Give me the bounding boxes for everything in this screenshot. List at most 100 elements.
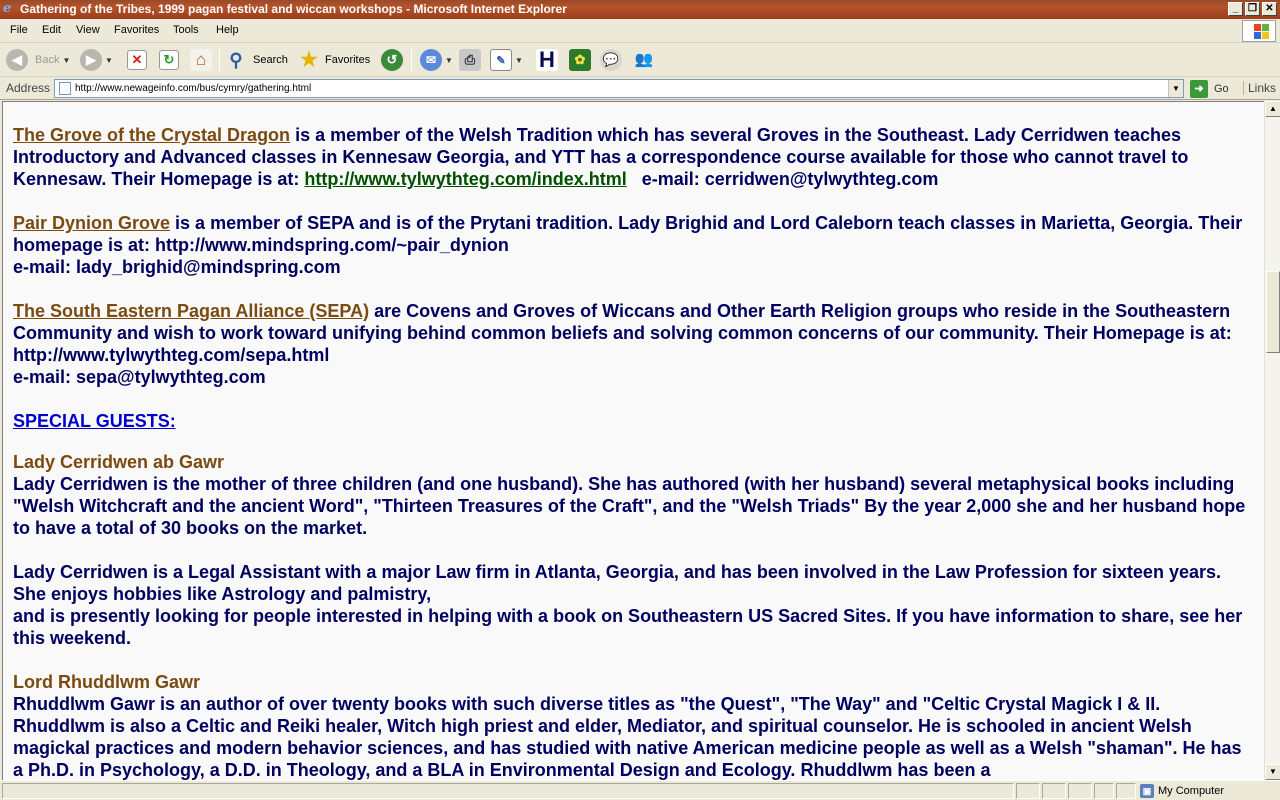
guest-cerridwen-paragraph-2: Lady Cerridwen is a Legal Assistant with… [13, 561, 1253, 649]
title-bar: e Gathering of the Tribes, 1999 pagan fe… [0, 0, 1280, 19]
guest-name: Lord Rhuddlwm Gawr [13, 672, 200, 692]
standard-toolbar: ◀ Back ▼ ▶ ▼ ✕ ↻ ⌂ ⚲ Search ★ Favorites … [0, 43, 1280, 77]
search-label: Search [253, 54, 288, 66]
chevron-down-icon: ▼ [515, 55, 523, 65]
guest-name: Lady Cerridwen ab Gawr [13, 452, 225, 472]
page-viewport: The Grove of the Crystal Dragon is a mem… [2, 101, 1264, 780]
email-text: e-mail: cerridwen@tylwythteg.com [626, 169, 939, 189]
status-cell [1094, 783, 1114, 799]
minimize-button[interactable]: _ [1228, 2, 1243, 16]
close-button[interactable]: ✕ [1262, 2, 1277, 16]
sepa-link[interactable]: The South Eastern Pagan Alliance (SEPA) [13, 301, 369, 321]
discuss-button[interactable]: 💬 [600, 47, 622, 73]
favorites-label: Favorites [325, 54, 371, 66]
go-button[interactable]: ➜ Go [1190, 80, 1229, 98]
special-guests-link[interactable]: SPECIAL GUESTS: [13, 411, 176, 431]
home-icon: ⌂ [190, 49, 212, 71]
print-icon: ⎙ [459, 49, 481, 71]
guest-bio: Lady Cerridwen is a Legal Assistant with… [13, 562, 1221, 604]
chevron-down-icon: ▼ [105, 55, 113, 65]
messenger-icon: 👥 [634, 51, 654, 68]
flower-icon: ✿ [569, 49, 591, 71]
toolbar-separator [411, 49, 412, 71]
menu-file[interactable]: File [10, 24, 28, 36]
pair-dynion-paragraph: Pair Dynion Grove is a member of SEPA an… [13, 212, 1253, 278]
mail-icon: ✉ [420, 49, 442, 71]
star-icon: ★ [300, 49, 318, 71]
guest-cerridwen-paragraph: Lady Cerridwen ab Gawr Lady Cerridwen is… [13, 451, 1253, 539]
page-content: The Grove of the Crystal Dragon is a mem… [13, 124, 1253, 780]
h-button[interactable]: H [536, 47, 558, 73]
discuss-icon: 💬 [600, 49, 622, 71]
menu-favorites[interactable]: Favorites [114, 24, 159, 36]
sepa-paragraph: The South Eastern Pagan Alliance (SEPA) … [13, 300, 1253, 388]
favorites-button[interactable]: ★ Favorites [298, 47, 370, 73]
refresh-icon: ↻ [159, 50, 179, 70]
address-input[interactable]: http://www.newageinfo.com/bus/cymry/gath… [54, 79, 1184, 98]
history-icon: ↺ [381, 49, 403, 71]
edit-page-icon: ✎ [490, 49, 512, 71]
email-text: e-mail: sepa@tylwythteg.com [13, 367, 266, 387]
email-text: e-mail: lady_brighid@mindspring.com [13, 257, 341, 277]
scroll-thumb[interactable] [1266, 271, 1280, 353]
page-icon [59, 82, 71, 95]
messenger-button[interactable]: 👥 [633, 47, 655, 73]
paragraph-text: is a member of SEPA and is of the Prytan… [13, 213, 1243, 255]
stop-button[interactable]: ✕ [127, 47, 147, 73]
flower-button[interactable]: ✿ [569, 47, 591, 73]
search-button[interactable]: ⚲ Search [225, 47, 288, 73]
address-url: http://www.newageinfo.com/bus/cymry/gath… [75, 83, 312, 94]
links-button[interactable]: Links [1243, 81, 1276, 95]
computer-icon: ▣ [1140, 784, 1154, 798]
tylwythteg-home-link[interactable]: http://www.tylwythteg.com/index.html [304, 169, 626, 189]
windows-logo-icon [1242, 20, 1276, 42]
menu-tools[interactable]: Tools [173, 24, 199, 36]
address-label: Address [6, 81, 51, 95]
forward-arrow-icon: ▶ [80, 49, 102, 71]
menu-view[interactable]: View [76, 24, 100, 36]
history-button[interactable]: ↺ [381, 47, 403, 73]
status-cell [1116, 783, 1136, 799]
grove-crystal-dragon-link[interactable]: The Grove of the Crystal Dragon [13, 125, 290, 145]
chevron-down-icon: ▼ [445, 55, 453, 65]
go-arrow-icon: ➜ [1190, 80, 1208, 98]
home-button[interactable]: ⌂ [190, 47, 212, 73]
status-cell [1016, 783, 1040, 799]
status-cell [1068, 783, 1092, 799]
menu-edit[interactable]: Edit [42, 24, 61, 36]
menu-bar: File Edit View Favorites Tools Help [0, 19, 1280, 43]
guest-bio: and is presently looking for people inte… [13, 606, 1243, 648]
window-title: Gathering of the Tribes, 1999 pagan fest… [20, 2, 567, 16]
back-arrow-icon: ◀ [6, 49, 28, 71]
zone-label: My Computer [1158, 785, 1225, 797]
mail-button[interactable]: ✉ ▼ [420, 47, 453, 73]
scroll-up-button[interactable]: ▲ [1265, 101, 1280, 117]
search-icon: ⚲ [229, 50, 243, 70]
status-bar: ▣ My Computer [0, 780, 1280, 800]
scroll-down-button[interactable]: ▼ [1265, 764, 1280, 780]
pair-dynion-link[interactable]: Pair Dynion Grove [13, 213, 170, 233]
stop-icon: ✕ [127, 50, 147, 70]
vertical-scrollbar[interactable]: ▲ ▼ [1264, 101, 1280, 780]
security-zone: ▣ My Computer [1140, 784, 1224, 798]
toolbar-separator [219, 49, 220, 71]
status-cell [1042, 783, 1066, 799]
forward-button[interactable]: ▶ ▼ [80, 47, 113, 73]
guest-rhuddlwm-paragraph: Lord Rhuddlwm Gawr Rhuddlwm Gawr is an a… [13, 671, 1253, 780]
guest-bio: Rhuddlwm Gawr is an author of over twent… [13, 694, 1242, 780]
print-button[interactable]: ⎙ [459, 47, 481, 73]
h-logo-icon: H [536, 49, 558, 71]
address-dropdown-button[interactable]: ▼ [1168, 80, 1183, 97]
maximize-button[interactable]: ❐ [1245, 2, 1260, 16]
back-button[interactable]: ◀ Back ▼ [6, 47, 70, 73]
go-label: Go [1214, 83, 1229, 95]
grove-crystal-dragon-paragraph: The Grove of the Crystal Dragon is a mem… [13, 124, 1253, 190]
chevron-down-icon: ▼ [62, 55, 71, 65]
special-guests-paragraph: SPECIAL GUESTS: [13, 410, 1253, 432]
back-label: Back [35, 54, 60, 66]
status-text-cell [2, 783, 1014, 799]
ie-logo-icon: e [3, 1, 12, 16]
edit-button[interactable]: ✎ ▼ [490, 47, 523, 73]
refresh-button[interactable]: ↻ [159, 47, 179, 73]
menu-help[interactable]: Help [216, 24, 239, 36]
